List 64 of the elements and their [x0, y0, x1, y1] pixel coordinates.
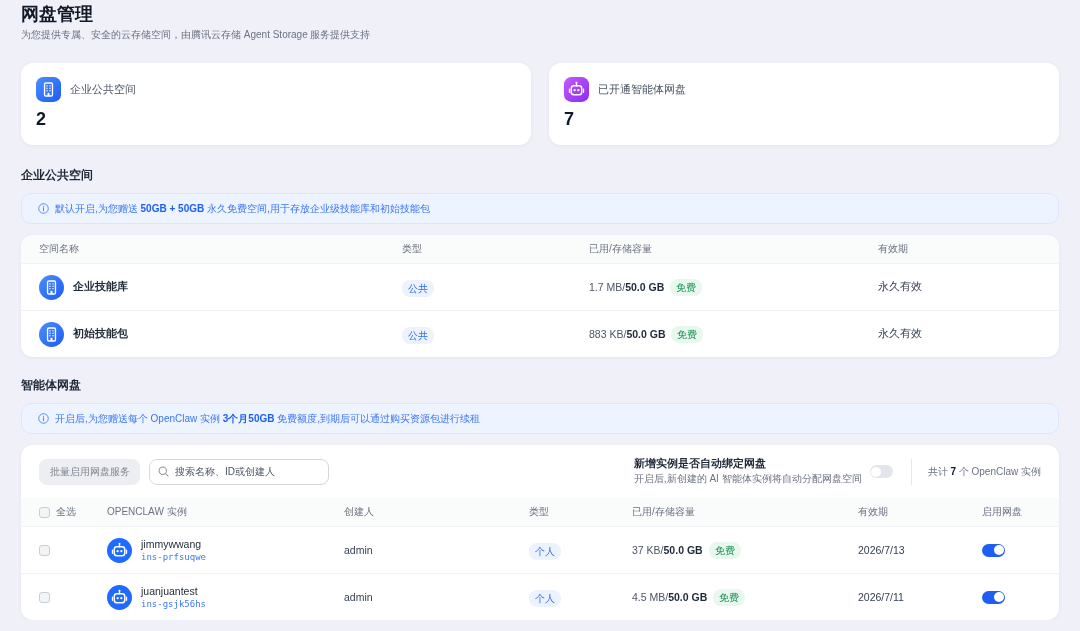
stat-value: 2: [36, 108, 47, 130]
stat-label: 企业公共空间: [70, 82, 136, 97]
row-checkbox[interactable]: [39, 591, 50, 603]
auto-bind-title: 新增实例是否自动绑定网盘: [633, 457, 767, 471]
info-notice: 开启后,为您赠送每个 OpenClaw 实例 3个月50GB 免费额度,到期后可以通过购买资源包进行续租: [55, 411, 481, 426]
validity-text: 永久有效: [878, 280, 923, 294]
enable-toggle[interactable]: [982, 543, 1005, 557]
page-subtitle: 为您提供专属、安全的云存储空间，由腾讯云存储 Agent Storage 服务提供支持: [21, 28, 372, 42]
column-header: 有效期: [878, 242, 909, 256]
free-tag: 免费: [713, 588, 746, 606]
instance-name: juanjuantest: [141, 584, 199, 598]
column-header: 已用/存储容量: [589, 242, 653, 256]
info-notice: 默认开启,为您赠送 50GB + 50GB 永久免费空间,用于存放企业级技能库和初始技能包: [55, 201, 430, 216]
column-header: 创建人: [344, 505, 375, 519]
space-name: 初始技能包: [73, 327, 128, 341]
validity-text: 2026/7/11: [858, 591, 905, 603]
column-header: 类型: [529, 505, 550, 519]
stat-label: 已开通智能体网盘: [598, 82, 686, 97]
search-field[interactable]: 搜索名称、ID或创建人: [149, 458, 329, 485]
section-title: 企业公共空间: [21, 167, 94, 183]
capacity-text: 883 KB/50.0 GB: [589, 328, 666, 340]
instance-id: ins-prfsuqwe: [141, 551, 207, 563]
building-icon: [39, 321, 64, 347]
instance-name: jimmywwang: [141, 537, 203, 551]
enable-toggle[interactable]: [982, 590, 1005, 604]
type-tag: 个人: [529, 589, 561, 607]
info-icon: [38, 413, 49, 424]
free-tag: 免费: [708, 541, 741, 559]
column-header: 空间名称: [39, 242, 80, 256]
column-header: 已用/存储容量: [632, 505, 696, 519]
free-tag: 免费: [671, 325, 704, 343]
type-tag: 个人: [529, 542, 561, 560]
column-header: 启用网盘: [982, 505, 1023, 519]
info-icon: [38, 203, 49, 214]
creator-text: admin: [344, 544, 374, 556]
capacity-text: 1.7 MB/50.0 GB: [589, 281, 665, 293]
robot-icon: [107, 537, 132, 563]
capacity-text: 4.5 MB/50.0 GB: [632, 591, 708, 603]
select-all-checkbox[interactable]: [39, 506, 50, 518]
capacity-text: 37 KB/50.0 GB: [632, 544, 703, 556]
instance-total: 共计 7 个 OpenClaw 实例: [927, 464, 1041, 479]
validity-text: 2026/7/13: [858, 544, 906, 556]
row-checkbox[interactable]: [39, 544, 50, 556]
type-tag: 公共: [402, 326, 434, 344]
validity-text: 永久有效: [878, 327, 923, 341]
auto-bind-description: 开启后,新创建的 AI 智能体实例将自动分配网盘空间: [633, 472, 862, 486]
instance-id: ins-gsjk56hs: [141, 598, 207, 610]
robot-icon: [107, 584, 132, 610]
robot-icon: [564, 77, 589, 102]
building-icon: [36, 77, 61, 102]
stat-value: 7: [564, 108, 575, 130]
column-header: OPENCLAW 实例: [107, 505, 188, 519]
auto-bind-toggle[interactable]: [869, 465, 893, 478]
column-header: 类型: [402, 242, 423, 256]
search-icon: [158, 466, 169, 477]
page-title: 网盘管理: [21, 3, 94, 25]
creator-text: admin: [344, 591, 374, 603]
column-header: 有效期: [858, 505, 889, 519]
type-tag: 公共: [402, 279, 434, 297]
select-all-label[interactable]: 全选: [56, 505, 76, 519]
space-name: 企业技能库: [73, 280, 128, 294]
building-icon: [39, 274, 64, 300]
section-title: 智能体网盘: [21, 377, 82, 393]
free-tag: 免费: [670, 278, 703, 296]
